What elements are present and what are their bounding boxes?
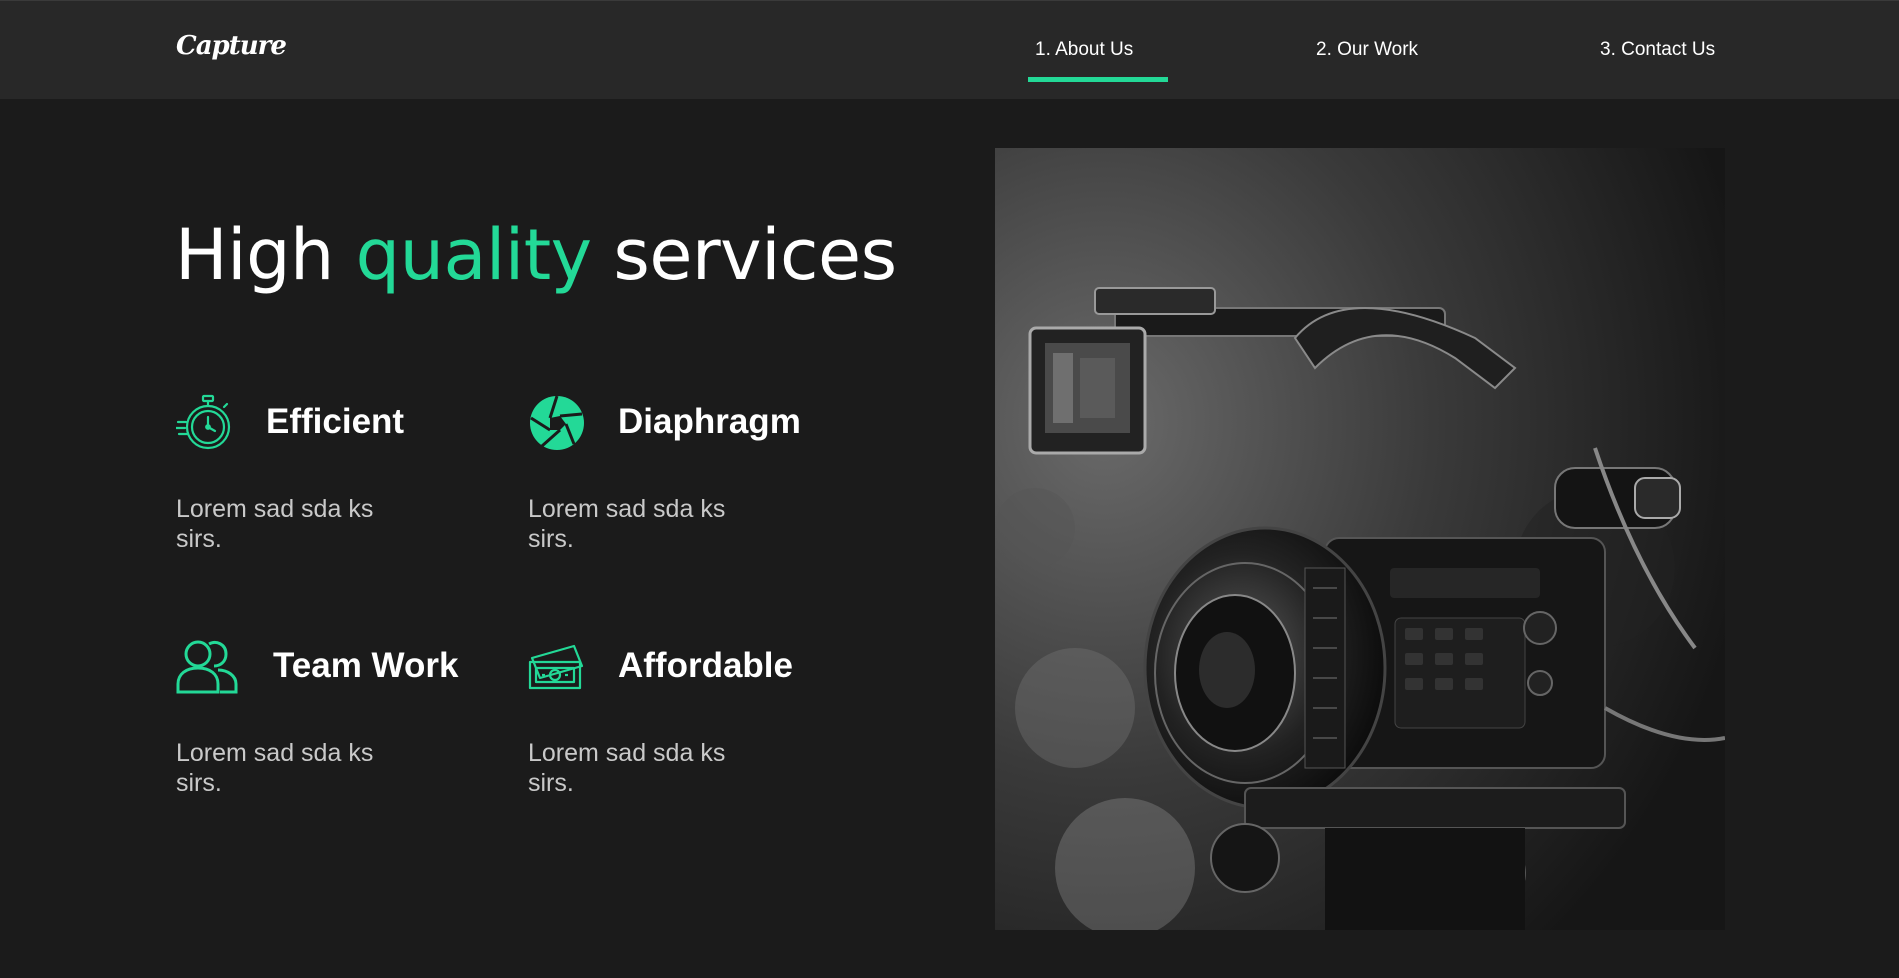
nav-link-our-work[interactable]: 2. Our Work: [1316, 39, 1418, 61]
feature-title: Affordable: [618, 646, 793, 685]
top-nav-bar: Capture 1. About Us 2. Our Work 3. Conta…: [0, 0, 1899, 99]
feature-description: Lorem sad sda ks sirs.: [176, 739, 374, 797]
active-nav-indicator: [1028, 77, 1168, 82]
feature-description: Lorem sad sda ks sirs.: [176, 495, 374, 553]
feature-title: Diaphragm: [618, 402, 801, 441]
money-icon: [528, 644, 584, 690]
page: Capture 1. About Us 2. Our Work 3. Conta…: [0, 0, 1899, 978]
team-icon: [176, 640, 238, 694]
nav-link-about-us[interactable]: 1. About Us: [1035, 39, 1133, 61]
title-part-2: services: [591, 214, 897, 296]
feature-description: Lorem sad sda ks sirs.: [528, 495, 726, 553]
title-accent: quality: [355, 214, 592, 296]
feature-title: Efficient: [266, 402, 405, 441]
nav-link-contact-us[interactable]: 3. Contact Us: [1600, 39, 1715, 61]
logo[interactable]: Capture: [176, 31, 287, 61]
hero-camera-photo: [995, 148, 1725, 930]
aperture-icon: [530, 395, 584, 450]
stopwatch-icon: [176, 394, 231, 450]
title-part-1: High: [175, 214, 356, 296]
camera-image: [995, 148, 1725, 930]
feature-title: Team Work: [273, 646, 459, 685]
page-title: High quality services: [175, 214, 897, 296]
feature-description: Lorem sad sda ks sirs.: [528, 739, 726, 797]
